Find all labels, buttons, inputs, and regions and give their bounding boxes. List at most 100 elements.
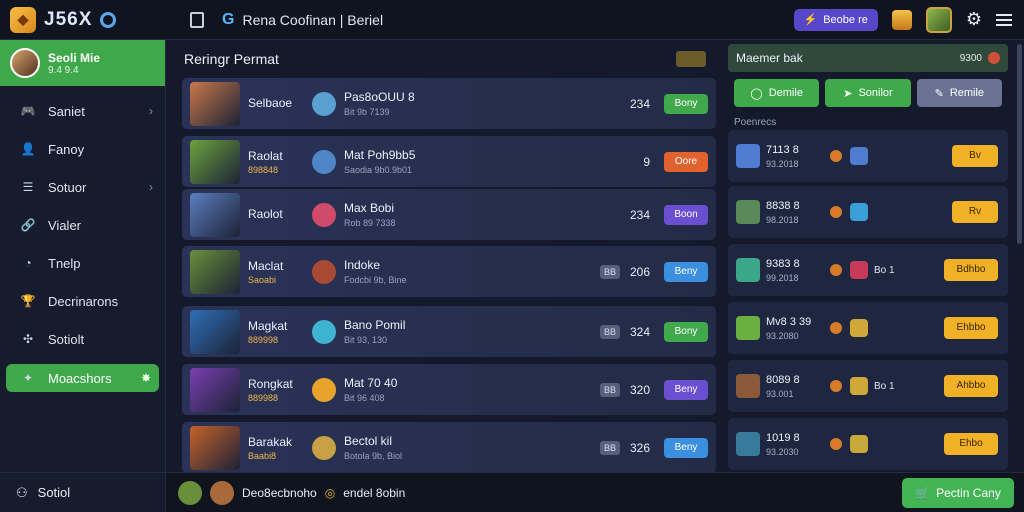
coin-icon: [830, 150, 842, 162]
list-item[interactable]: 8838 8 98.2018 Rv: [728, 186, 1008, 238]
score-value: 9: [643, 154, 650, 169]
table-row[interactable]: Barakak Baabi8 Bectol kil Botola 9b, Biol BB…: [182, 422, 716, 473]
claim-button[interactable]: Bdhbo: [944, 259, 998, 281]
chat-icon[interactable]: BB: [600, 264, 620, 279]
sidebar-item-5[interactable]: 🏆 Decrinarons: [0, 282, 165, 320]
promo-button[interactable]: ⚡ Beobe re: [793, 8, 878, 31]
right-panel-title: Maemer bak: [736, 51, 803, 65]
chevron-right-icon: ›: [149, 104, 153, 118]
right-panel: Maemer bak 9300 ◯ Demile ➤ Sonilor ✎ Remile P…: [728, 44, 1008, 470]
page-title: Reringr Permat: [184, 51, 279, 67]
panel-toggle-icon[interactable]: [190, 11, 204, 28]
match-title: Bano Pomil: [344, 318, 406, 332]
table-row[interactable]: Magkat 889998 Bano Pomil Bit 93, 130 BB 324 Bo…: [182, 306, 716, 357]
row-action-button[interactable]: Boon: [664, 204, 708, 225]
bolt-icon: ⚡: [803, 14, 818, 26]
score-value: 326: [629, 440, 650, 455]
sidebar-item-label: Decrinarons: [48, 293, 119, 309]
sidebar-item-label: Saniet: [48, 103, 85, 119]
match-sub: Botola 9b, Biol: [344, 451, 403, 461]
close-icon[interactable]: [988, 52, 1000, 64]
bottom-bar: Deo8ecbnoho ◎ endel 8obin 🛒 Pectin Cany: [166, 472, 1024, 512]
logo[interactable]: ◆ J56X: [0, 6, 166, 33]
coin-icon: [830, 322, 842, 334]
sidebar-bottom-item[interactable]: ⚇ Sotiol: [0, 472, 166, 512]
sidebar-item-6[interactable]: ✣ Sotiolt: [0, 320, 165, 358]
tab-2[interactable]: ✎ Remile: [916, 79, 1002, 107]
row-action-button[interactable]: Bony: [664, 93, 708, 114]
claim-button[interactable]: Ahbbo: [944, 375, 998, 397]
row-action-button[interactable]: Bony: [664, 321, 708, 342]
table-row[interactable]: Raolot Max Bobi Rob 89 7338 234 Boon: [182, 189, 716, 240]
sidebar-item-3[interactable]: 🔗 Vialer: [0, 206, 165, 244]
scrollbar[interactable]: [1017, 44, 1022, 244]
chat-icon[interactable]: BB: [600, 440, 620, 455]
table-row[interactable]: Rongkat 889988 Mat 70 40 Bit 96 408 BB 320 Ben…: [182, 364, 716, 415]
match-title: Indoke: [344, 258, 381, 272]
sidebar-item-1[interactable]: 👤 Fanoy: [0, 130, 165, 168]
gem-icon: [850, 377, 868, 395]
pen-icon: ✎: [934, 87, 944, 100]
g-logo-icon: G: [222, 10, 235, 28]
list-item[interactable]: Mv8 3 39 93.2080 Ehbbo: [728, 302, 1008, 354]
avatar: [312, 435, 336, 460]
circle-icon: ◯: [750, 87, 763, 100]
sidebar-item-2[interactable]: ☰ Sotuor ›: [0, 168, 165, 206]
profile-card[interactable]: Seoli Mie 9.4 9.4: [0, 40, 165, 86]
list-item[interactable]: 9383 8 99.2018 Bo 1 Bdhbo: [728, 244, 1008, 296]
claim-button[interactable]: Rv: [952, 201, 998, 223]
sidebar-item-label: Fanoy: [48, 141, 85, 157]
avatar: [190, 309, 240, 354]
player-tag: 889988: [248, 392, 279, 403]
user-icon: 👤: [20, 142, 36, 156]
profile-name: Seoli Mie: [48, 50, 101, 65]
table-row[interactable]: Maclat Saoabi Indoke Fodcbi 9b, Bine BB 206 Be…: [182, 246, 716, 297]
item-sub: 93.001: [766, 388, 794, 399]
points-value: 9300: [959, 52, 982, 64]
cta-button[interactable]: 🛒 Pectin Cany: [902, 477, 1014, 508]
hamburger-menu-icon[interactable]: [996, 13, 1012, 26]
table-row[interactable]: Raolat 898848 Mat Poh9bb5 Saodia 9b0.9b01 9 O…: [182, 136, 716, 187]
chat-icon[interactable]: BB: [600, 382, 620, 397]
coin-icon: ◎: [324, 485, 336, 500]
breadcrumb: G Rena Coofinan | Beriel: [222, 11, 383, 29]
row-action-button[interactable]: Oore: [664, 151, 708, 172]
sidebar-item-label: Moacshors: [48, 370, 112, 386]
gear-icon[interactable]: ⚙: [966, 9, 982, 30]
row-action-button[interactable]: Beny: [664, 379, 708, 400]
match-sub: Bit 93, 130: [344, 335, 388, 345]
list-item[interactable]: 8089 8 93.001 Bo 1 Ahbbo: [728, 360, 1008, 412]
avatar: [190, 367, 240, 412]
tab-1[interactable]: ➤ Sonilor: [825, 79, 911, 107]
list-item[interactable]: 7113 8 93.2018 Bv: [728, 130, 1008, 182]
chat-icon[interactable]: BB: [600, 324, 620, 339]
list-item[interactable]: 1019 8 93.2030 Ehbo: [728, 418, 1008, 470]
claim-button[interactable]: Bv: [952, 145, 998, 167]
avatar: [312, 319, 336, 344]
player-name: Rongkat: [248, 376, 293, 391]
star-icon: ✸: [140, 371, 151, 385]
sidebar-item-0[interactable]: 🎮 Saniet ›: [0, 92, 165, 130]
sidebar-item-4[interactable]: ◔ Tnelp: [0, 244, 165, 282]
player-tag: 889998: [248, 334, 279, 345]
trophy-icon[interactable]: [891, 9, 912, 30]
row-action-button[interactable]: Beny: [664, 437, 708, 458]
match-title: Max Bobi: [344, 201, 395, 215]
avatar: [190, 81, 240, 126]
trophy-icon: 🏆: [20, 294, 36, 308]
sidebar-item-7[interactable]: ✦ Moacshors ✸: [6, 364, 159, 392]
chevron-right-icon: ›: [149, 180, 153, 194]
claim-button[interactable]: Ehbbo: [944, 317, 998, 339]
player-name: Raolot: [248, 206, 283, 221]
match-title: Mat 70 40: [344, 376, 398, 390]
claim-button[interactable]: Ehbo: [944, 433, 998, 455]
player-name: Barakak: [248, 434, 293, 449]
profile-sub: 9.4 9.4: [48, 64, 79, 76]
tab-0[interactable]: ◯ Demile: [734, 79, 820, 107]
header-tag[interactable]: [676, 51, 706, 67]
user-avatar[interactable]: [925, 6, 952, 33]
item-title: 1019 8: [766, 431, 800, 444]
table-row[interactable]: Selbaoe Pas8oOUU 8 Bit 9b 7139 234 Bony: [182, 78, 716, 129]
row-action-button[interactable]: Beny: [664, 261, 708, 282]
avatar: [190, 249, 240, 294]
